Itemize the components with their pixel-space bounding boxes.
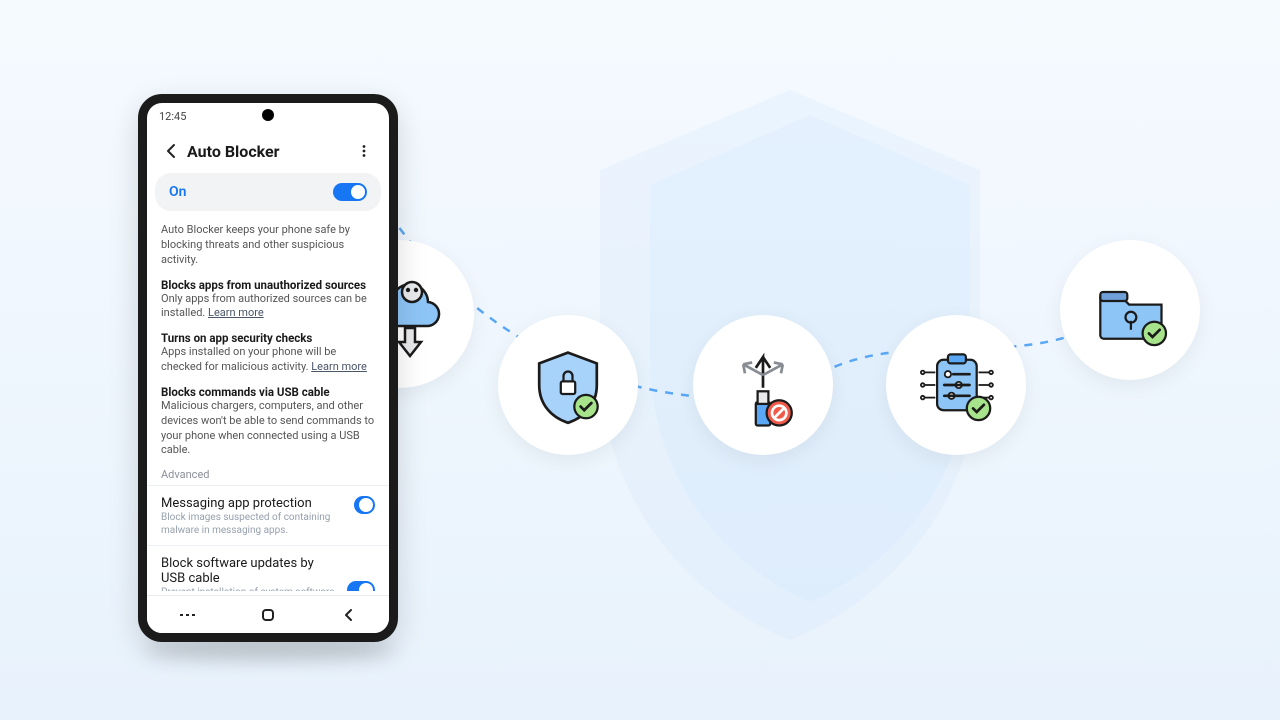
back-button[interactable] (157, 136, 187, 166)
section-desc: Apps installed on your phone will be che… (161, 345, 375, 375)
adv-title: Messaging app protection (161, 496, 344, 511)
learn-more-link[interactable]: Learn more (208, 306, 264, 319)
page-title: Auto Blocker (187, 142, 349, 161)
phone-shadow (145, 640, 395, 660)
more-options-button[interactable] (349, 136, 379, 166)
advanced-messaging-protection[interactable]: Messaging app protection Block images su… (147, 485, 389, 545)
messaging-protection-toggle[interactable] (354, 496, 375, 514)
learn-more-link[interactable]: Learn more (311, 360, 367, 373)
section-title: Blocks apps from unauthorized sources (161, 278, 375, 292)
advanced-block-usb-updates[interactable]: Block software updates by USB cable Prev… (147, 545, 389, 591)
adv-desc: Prevent installation of system software (161, 586, 337, 591)
camera-icon (262, 109, 274, 121)
phone-mockup: 12:45 Auto Blocker On Auto Blocker keeps… (138, 94, 398, 642)
recents-button[interactable] (172, 600, 202, 630)
master-toggle-switch[interactable] (333, 183, 367, 201)
home-button[interactable] (253, 600, 283, 630)
master-toggle-label: On (169, 184, 186, 200)
feature-app-security-checks (498, 315, 638, 455)
block-usb-updates-toggle[interactable] (347, 581, 375, 591)
section-desc: Malicious chargers, computers, and other… (161, 399, 375, 458)
status-time: 12:45 (159, 110, 186, 123)
adv-desc: Block images suspected of containing mal… (161, 511, 344, 537)
feature-block-usb-commands (693, 315, 833, 455)
android-nav-bar (147, 595, 389, 633)
section-title: Turns on app security checks (161, 331, 375, 345)
master-toggle-row[interactable]: On (155, 173, 381, 211)
settings-content: Auto Blocker keeps your phone safe by bl… (147, 221, 389, 591)
intro-text: Auto Blocker keeps your phone safe by bl… (161, 223, 375, 268)
app-header: Auto Blocker (147, 129, 389, 173)
feature-advanced-settings (886, 315, 1026, 455)
section-usb-commands: Blocks commands via USB cable Malicious … (161, 385, 375, 458)
feature-secure-folder (1060, 240, 1200, 380)
adv-title: Block software updates by USB cable (161, 556, 337, 586)
section-security-checks: Turns on app security checks Apps instal… (161, 331, 375, 375)
advanced-label: Advanced (161, 468, 375, 481)
section-block-apps: Blocks apps from unauthorized sources On… (161, 278, 375, 322)
section-title: Blocks commands via USB cable (161, 385, 375, 399)
nav-back-button[interactable] (334, 600, 364, 630)
section-desc: Only apps from authorized sources can be… (161, 292, 375, 322)
